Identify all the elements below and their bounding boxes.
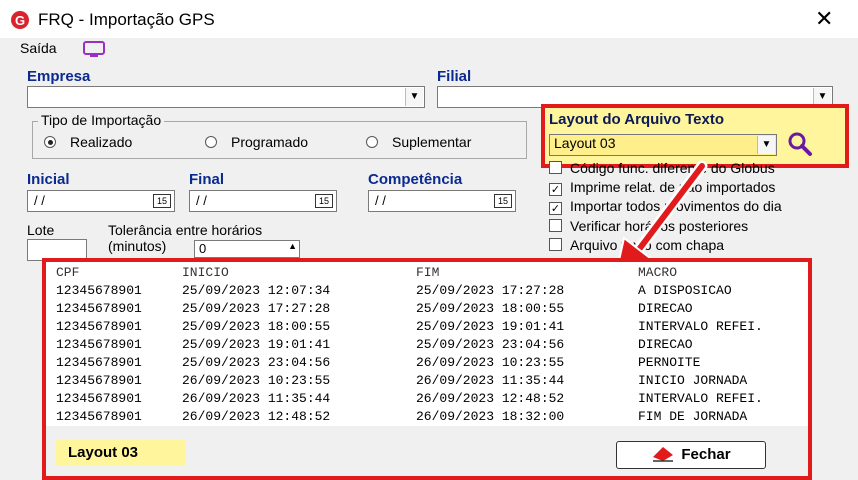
radio-realizado-label: Realizado: [70, 134, 133, 150]
inicial-date-input[interactable]: / / 15: [27, 190, 175, 212]
search-icon[interactable]: [786, 130, 814, 158]
inicial-value: / /: [34, 193, 45, 208]
tolerancia-stepper[interactable]: 0 ▲: [194, 240, 300, 258]
radio-icon: [366, 136, 378, 148]
competencia-value: / /: [375, 193, 386, 208]
chevron-down-icon[interactable]: ▼: [757, 136, 775, 154]
calendar-icon[interactable]: 15: [153, 194, 171, 208]
lote-label: Lote: [27, 222, 55, 238]
final-label: Final: [189, 171, 225, 188]
empresa-label: Empresa: [27, 68, 91, 85]
checkmark-icon: ✓: [549, 202, 562, 215]
inicial-label: Inicial: [27, 171, 70, 188]
checkbox-icon: [549, 161, 562, 174]
tolerancia-unit-label: (minutos): [108, 238, 167, 254]
menu-saida[interactable]: Saída: [20, 40, 57, 56]
tipo-importacao-legend: Tipo de Importação: [38, 112, 165, 128]
close-window-button[interactable]: ✕: [815, 8, 833, 30]
app-logo-icon: G: [11, 11, 29, 29]
competencia-label: Competência: [368, 171, 463, 188]
radio-icon: [205, 136, 217, 148]
final-value: / /: [196, 193, 207, 208]
window-title: FRQ - Importação GPS: [38, 10, 215, 29]
radio-suplementar[interactable]: Suplementar: [366, 134, 471, 150]
chevron-down-icon[interactable]: ▼: [405, 88, 423, 106]
filial-label: Filial: [437, 68, 472, 85]
tolerancia-value: 0: [199, 241, 207, 256]
calendar-icon[interactable]: 15: [315, 194, 333, 208]
competencia-date-input[interactable]: / / 15: [368, 190, 516, 212]
radio-programado-label: Programado: [231, 134, 309, 150]
layout-arquivo-value: Layout 03: [554, 135, 616, 151]
layout-arquivo-select[interactable]: Layout 03 ▼: [549, 134, 777, 156]
empresa-select[interactable]: ▼: [27, 86, 425, 108]
final-date-input[interactable]: / / 15: [189, 190, 337, 212]
layout-arquivo-label: Layout do Arquivo Texto: [549, 111, 724, 128]
tolerancia-label: Tolerância entre horários: [108, 222, 263, 238]
radio-realizado[interactable]: Realizado: [44, 134, 132, 150]
radio-suplementar-label: Suplementar: [392, 134, 472, 150]
stepper-up-icon[interactable]: ▲: [288, 241, 297, 251]
radio-programado[interactable]: Programado: [205, 134, 308, 150]
calendar-icon[interactable]: 15: [494, 194, 512, 208]
radio-selected-icon: [44, 136, 56, 148]
svg-text:G: G: [15, 13, 25, 28]
checkmark-icon: ✓: [549, 183, 562, 196]
monitor-icon[interactable]: [82, 40, 106, 58]
preview-callout-frame: [42, 258, 812, 480]
checkbox-icon: [549, 219, 562, 232]
checkbox-icon: [549, 238, 562, 251]
